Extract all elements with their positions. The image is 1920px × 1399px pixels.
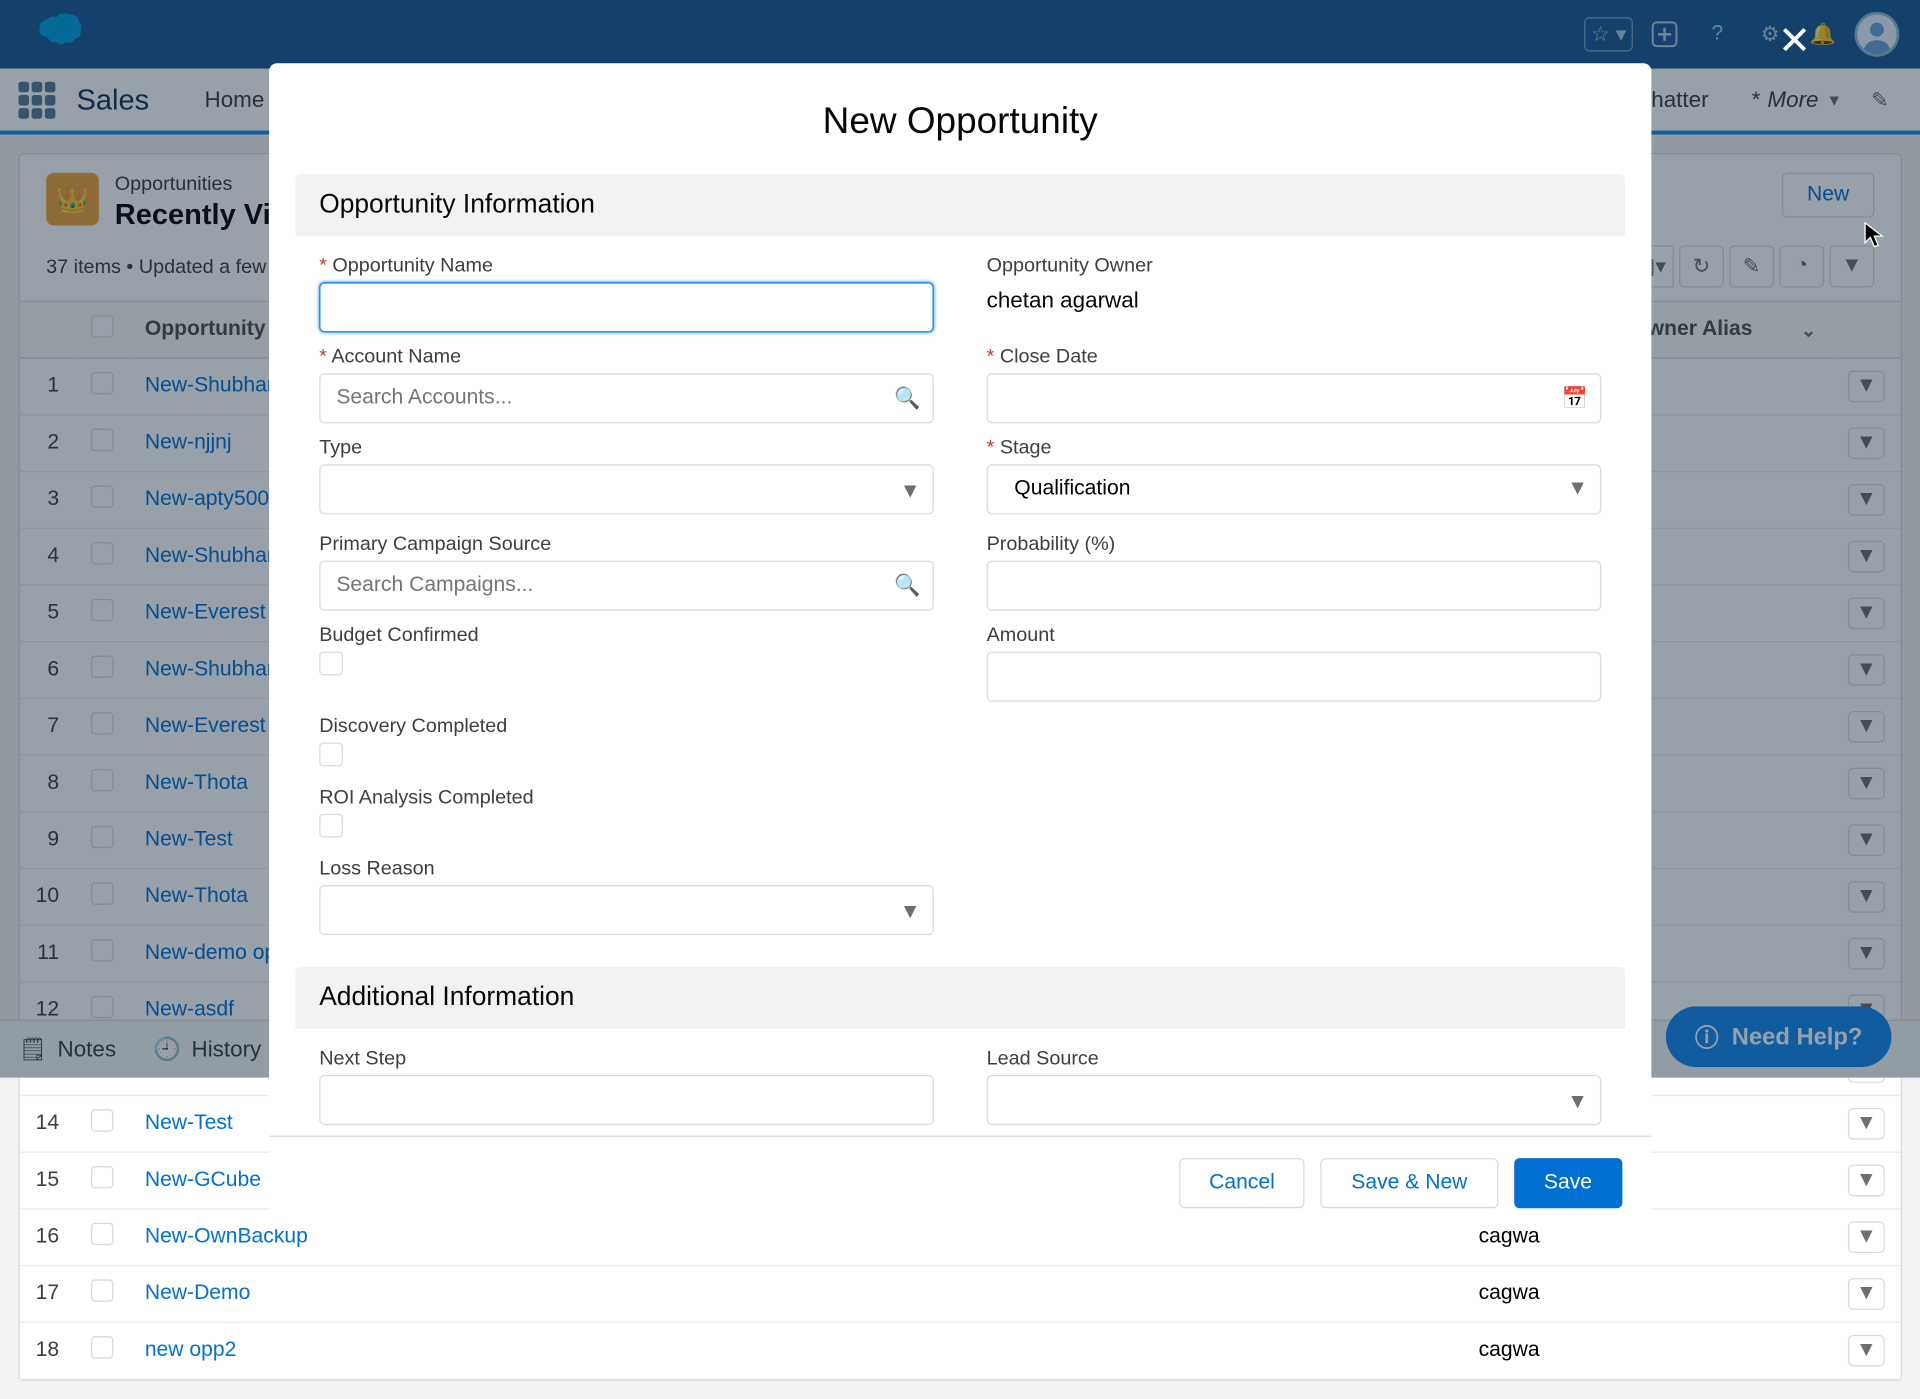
account-name-input[interactable] bbox=[319, 373, 934, 423]
loss-reason-label: Loss Reason bbox=[319, 857, 934, 879]
cancel-button[interactable]: Cancel bbox=[1179, 1158, 1305, 1208]
row-actions-button[interactable]: ▼ bbox=[1848, 1335, 1885, 1367]
type-label: Type bbox=[319, 437, 934, 459]
row-checkbox[interactable] bbox=[91, 1279, 113, 1301]
save-button[interactable]: Save bbox=[1514, 1158, 1623, 1208]
row-checkbox[interactable] bbox=[91, 1223, 113, 1245]
roi-completed-checkbox[interactable] bbox=[319, 814, 343, 838]
close-icon[interactable]: ✕ bbox=[1778, 18, 1811, 64]
next-step-label: Next Step bbox=[319, 1047, 934, 1069]
amount-input[interactable] bbox=[987, 652, 1602, 702]
opportunity-owner-label: Opportunity Owner bbox=[987, 255, 1602, 277]
row-actions-button[interactable]: ▼ bbox=[1848, 1221, 1885, 1253]
row-number: 14 bbox=[20, 1095, 75, 1152]
lead-source-label: Lead Source bbox=[987, 1047, 1602, 1069]
row-actions-button[interactable]: ▼ bbox=[1848, 1278, 1885, 1310]
opportunity-link[interactable]: new opp2 bbox=[145, 1339, 237, 1361]
opportunity-link[interactable]: New-Demo bbox=[145, 1282, 251, 1304]
new-opportunity-modal: New Opportunity Opportunity Information … bbox=[269, 63, 1651, 1229]
row-number: 16 bbox=[20, 1209, 75, 1266]
budget-confirmed-checkbox[interactable] bbox=[319, 652, 343, 676]
campaign-label: Primary Campaign Source bbox=[319, 533, 934, 555]
next-step-input[interactable] bbox=[319, 1075, 934, 1125]
modal-backdrop: ✕ New Opportunity Opportunity Informatio… bbox=[0, 0, 1920, 1078]
row-checkbox[interactable] bbox=[91, 1166, 113, 1188]
roi-completed-label: ROI Analysis Completed bbox=[319, 786, 934, 808]
opportunity-name-input[interactable] bbox=[319, 282, 934, 332]
opportunity-link[interactable]: New-GCube bbox=[145, 1169, 261, 1191]
discovery-completed-label: Discovery Completed bbox=[319, 715, 934, 737]
stage-label: Stage bbox=[987, 437, 1602, 459]
opportunity-link[interactable]: New-Test bbox=[145, 1112, 233, 1134]
table-row: 18 new opp2 cagwa ▼ bbox=[20, 1322, 1901, 1379]
campaign-input[interactable] bbox=[319, 561, 934, 611]
probability-input[interactable] bbox=[987, 561, 1602, 611]
opportunity-name-label: Opportunity Name bbox=[319, 255, 934, 277]
stage-select[interactable]: Qualification bbox=[987, 464, 1602, 514]
section-additional-information: Additional Information bbox=[295, 967, 1625, 1029]
budget-confirmed-label: Budget Confirmed bbox=[319, 624, 934, 646]
close-date-label: Close Date bbox=[987, 346, 1602, 368]
amount-label: Amount bbox=[987, 624, 1602, 646]
row-number: 17 bbox=[20, 1266, 75, 1323]
table-row: 17 New-Demo cagwa ▼ bbox=[20, 1266, 1901, 1323]
row-checkbox[interactable] bbox=[91, 1109, 113, 1131]
loss-reason-select[interactable] bbox=[319, 885, 934, 935]
lead-source-select[interactable] bbox=[987, 1075, 1602, 1125]
discovery-completed-checkbox[interactable] bbox=[319, 743, 343, 767]
row-actions-button[interactable]: ▼ bbox=[1848, 1165, 1885, 1197]
section-opportunity-information: Opportunity Information bbox=[295, 174, 1625, 236]
row-number: 18 bbox=[20, 1322, 75, 1379]
probability-label: Probability (%) bbox=[987, 533, 1602, 555]
close-date-input[interactable] bbox=[987, 373, 1602, 423]
owner-alias-cell: cagwa bbox=[1463, 1266, 1832, 1323]
row-checkbox[interactable] bbox=[91, 1336, 113, 1358]
row-actions-button[interactable]: ▼ bbox=[1848, 1108, 1885, 1140]
owner-alias-cell: cagwa bbox=[1463, 1322, 1832, 1379]
type-select[interactable] bbox=[319, 464, 934, 514]
modal-title: New Opportunity bbox=[269, 63, 1651, 174]
save-and-new-button[interactable]: Save & New bbox=[1321, 1158, 1498, 1208]
row-number: 15 bbox=[20, 1152, 75, 1209]
account-name-label: Account Name bbox=[319, 346, 934, 368]
opportunity-owner-value: chetan agarwal bbox=[987, 282, 1602, 314]
